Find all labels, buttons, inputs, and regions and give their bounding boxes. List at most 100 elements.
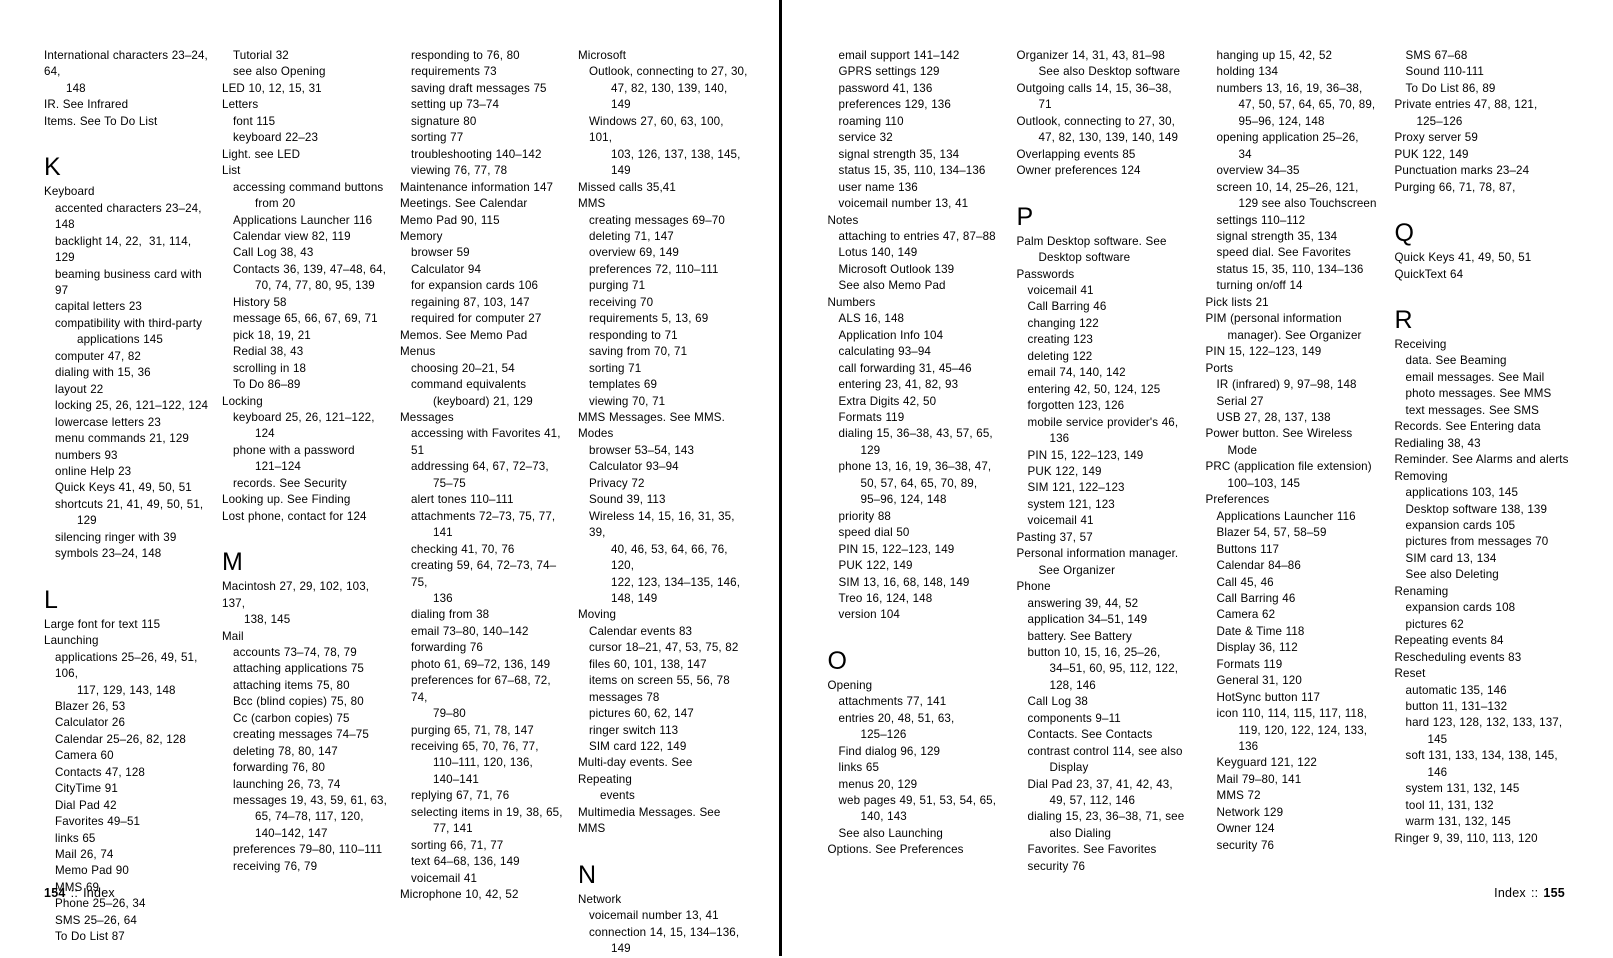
index-entry: application 34–51, 149	[1027, 613, 1148, 627]
index-entry: expansion cards 105	[1405, 518, 1516, 532]
index-entry: 148, 149	[611, 591, 658, 605]
index-entry: launching 26, 73, 74	[233, 777, 341, 791]
index-entry: service 32	[838, 131, 893, 145]
index-entry: Microsoft	[578, 49, 627, 62]
index-entry: signature 80	[411, 114, 477, 128]
index-entry: turning on/off 14	[1216, 279, 1303, 293]
index-entry: Microsoft Outlook 139	[838, 262, 955, 276]
index-entry: preferences 129, 136	[838, 98, 951, 112]
column-1: International characters 23–24, 64, 148 IR…	[44, 48, 222, 946]
index-entry: creating messages 69–70	[589, 213, 725, 227]
index-entry: (keyboard) 21, 129	[433, 394, 533, 408]
index-entry: dialing 15, 36–38, 43, 57, 65,	[838, 427, 993, 441]
index-entry: hard 123, 128, 132, 133, 137,	[1405, 716, 1563, 730]
index-entry: attaching applications 75	[233, 662, 364, 676]
index-entry: Modes	[578, 427, 614, 441]
column-2: Organizer 14, 31, 43, 81–98 See also Desk…	[1017, 48, 1206, 875]
index-entry: web pages 49, 51, 53, 54, 65,	[838, 794, 997, 808]
index-entry: pictures 60, 62, 147	[589, 707, 694, 721]
page-left-columns: International characters 23–24, 64, 148 IR…	[44, 48, 779, 958]
index-entry: links 65	[838, 761, 880, 775]
index-entry: PUK 122, 149	[1394, 147, 1469, 161]
index-entry: See also Deleting	[1405, 568, 1499, 582]
index-entry: Overlapping events 85	[1016, 147, 1136, 161]
index-entry: links 65	[55, 831, 96, 845]
column-3: hanging up 15, 42, 52 holding 134 numbers …	[1206, 48, 1395, 854]
index-entry: Phone	[1016, 580, 1051, 594]
index-entry: See also Memo Pad	[838, 279, 946, 293]
index-entry: files 60, 101, 138, 147	[589, 657, 707, 671]
index-entry: locking 25, 26, 121–122, 124	[55, 399, 209, 413]
index-entry: Renaming	[1394, 584, 1449, 598]
index-entry: PUK 122, 149	[838, 559, 913, 573]
index-entry: Missed calls 35,41	[578, 180, 676, 194]
index-entry: Light. see LED	[222, 147, 301, 161]
index-entry: Personal information manager.	[1016, 547, 1179, 561]
index-entry: pictures 62	[1405, 617, 1464, 631]
index-entry: LED 10, 12, 15, 31	[222, 81, 322, 95]
index-entry: 119, 120, 122, 124, 133,	[1238, 723, 1368, 737]
index-entry: Contacts. See Contacts	[1027, 728, 1153, 742]
index-entry: preferences 72, 110–111	[589, 262, 719, 276]
index-entry: Windows 27, 60, 63, 100, 101,	[589, 114, 728, 145]
index-entry: Formats 119	[838, 410, 905, 424]
index-entry: responding to 76, 80	[411, 49, 520, 62]
index-entry: Owner preferences 124	[1016, 164, 1141, 178]
index-entry: voicemail number 13, 41	[589, 909, 719, 923]
index-entry: purging 65, 71, 78, 147	[411, 723, 534, 737]
index-entry: Memo Pad 90, 115	[400, 213, 500, 227]
index-entry: photo messages. See MMS	[1405, 387, 1552, 401]
footer-right: Index:: 155	[1494, 886, 1565, 900]
index-entry: Numbers	[827, 295, 876, 309]
index-entry: receiving 65, 70, 76, 77,	[411, 740, 539, 754]
page-right-columns: email support 141–142 GPRS settings 129 pa…	[828, 48, 1613, 875]
index-entry: 47, 50, 57, 64, 65, 70, 89,	[1238, 98, 1376, 112]
column-4: SMS 67–68 Sound 110-111 To Do List 86, 89 P…	[1395, 48, 1584, 847]
index-entry: viewing 76, 77, 78	[411, 164, 508, 178]
index-entry: Redialing 38, 43	[1394, 436, 1481, 450]
index-entry: online Help 23	[55, 464, 132, 478]
index-entry: saving from 70, 71	[589, 345, 688, 359]
index-entry: Multimedia Messages. See MMS	[578, 805, 725, 836]
index-entry: Mode	[1227, 443, 1258, 457]
index-entry: Records. See Entering data	[1394, 420, 1541, 434]
index-entry: entering 42, 50, 124, 125	[1027, 382, 1161, 396]
index-entry: 117, 129, 143, 148	[77, 683, 176, 697]
index-entry: Launching	[44, 634, 99, 648]
index-entry: Pasting 37, 57	[1016, 530, 1093, 544]
index-entry: Bcc (blind copies) 75, 80	[233, 695, 364, 709]
index-entry: voicemail number 13, 41	[838, 197, 969, 211]
index-entry: system 131, 132, 145	[1405, 782, 1520, 796]
index-entry: Calendar events 83	[589, 624, 693, 638]
index-entry: 149	[611, 164, 631, 178]
index-entry: Calculator 93–94	[589, 460, 679, 474]
index-entry: sorting 71	[589, 361, 642, 375]
index-entry: 148	[66, 81, 86, 95]
index-entry: contrast control 114, see also	[1027, 744, 1183, 758]
index-entry: 140–141	[433, 772, 479, 786]
index-entry: status 15, 35, 110, 134–136	[1216, 262, 1364, 276]
index-entry: signal strength 35, 134	[838, 147, 960, 161]
index-entry: applications 25–26, 49, 51, 106,	[55, 650, 201, 681]
index-entry: font 115	[233, 114, 276, 128]
index-entry: IR. See Infrared	[44, 98, 129, 112]
index-entry: messages 19, 43, 59, 61, 63,	[233, 794, 387, 808]
index-entry: PIN 15, 122–123, 149	[1205, 345, 1322, 359]
index-entry: USB 27, 28, 137, 138	[1216, 410, 1331, 424]
index-entry: forgotten 123, 126	[1027, 399, 1125, 413]
index-entry: speed dial. See Favorites	[1216, 246, 1351, 260]
index-entry: Dial Pad 42	[55, 798, 117, 812]
index-entry: warm 131, 132, 145	[1405, 815, 1511, 829]
index-entry: Ports	[1205, 361, 1234, 375]
index-entry: password 41, 136	[838, 81, 933, 95]
index-entry: Display 36, 112	[1216, 641, 1298, 655]
index-entry: 65, 74–78, 117, 120,	[255, 810, 364, 824]
index-entry: Passwords	[1016, 267, 1075, 281]
index-entry: email support 141–142	[838, 49, 960, 62]
index-entry: To Do 86–89	[233, 378, 301, 392]
index-entry: 50, 57, 64, 65, 70, 89,	[860, 476, 978, 490]
index-entry: replying 67, 71, 76	[411, 789, 510, 803]
index-entry: changing 122	[1027, 316, 1099, 330]
index-entry: sorting 77	[411, 131, 464, 145]
index-entry: tool 11, 131, 132	[1405, 798, 1494, 812]
